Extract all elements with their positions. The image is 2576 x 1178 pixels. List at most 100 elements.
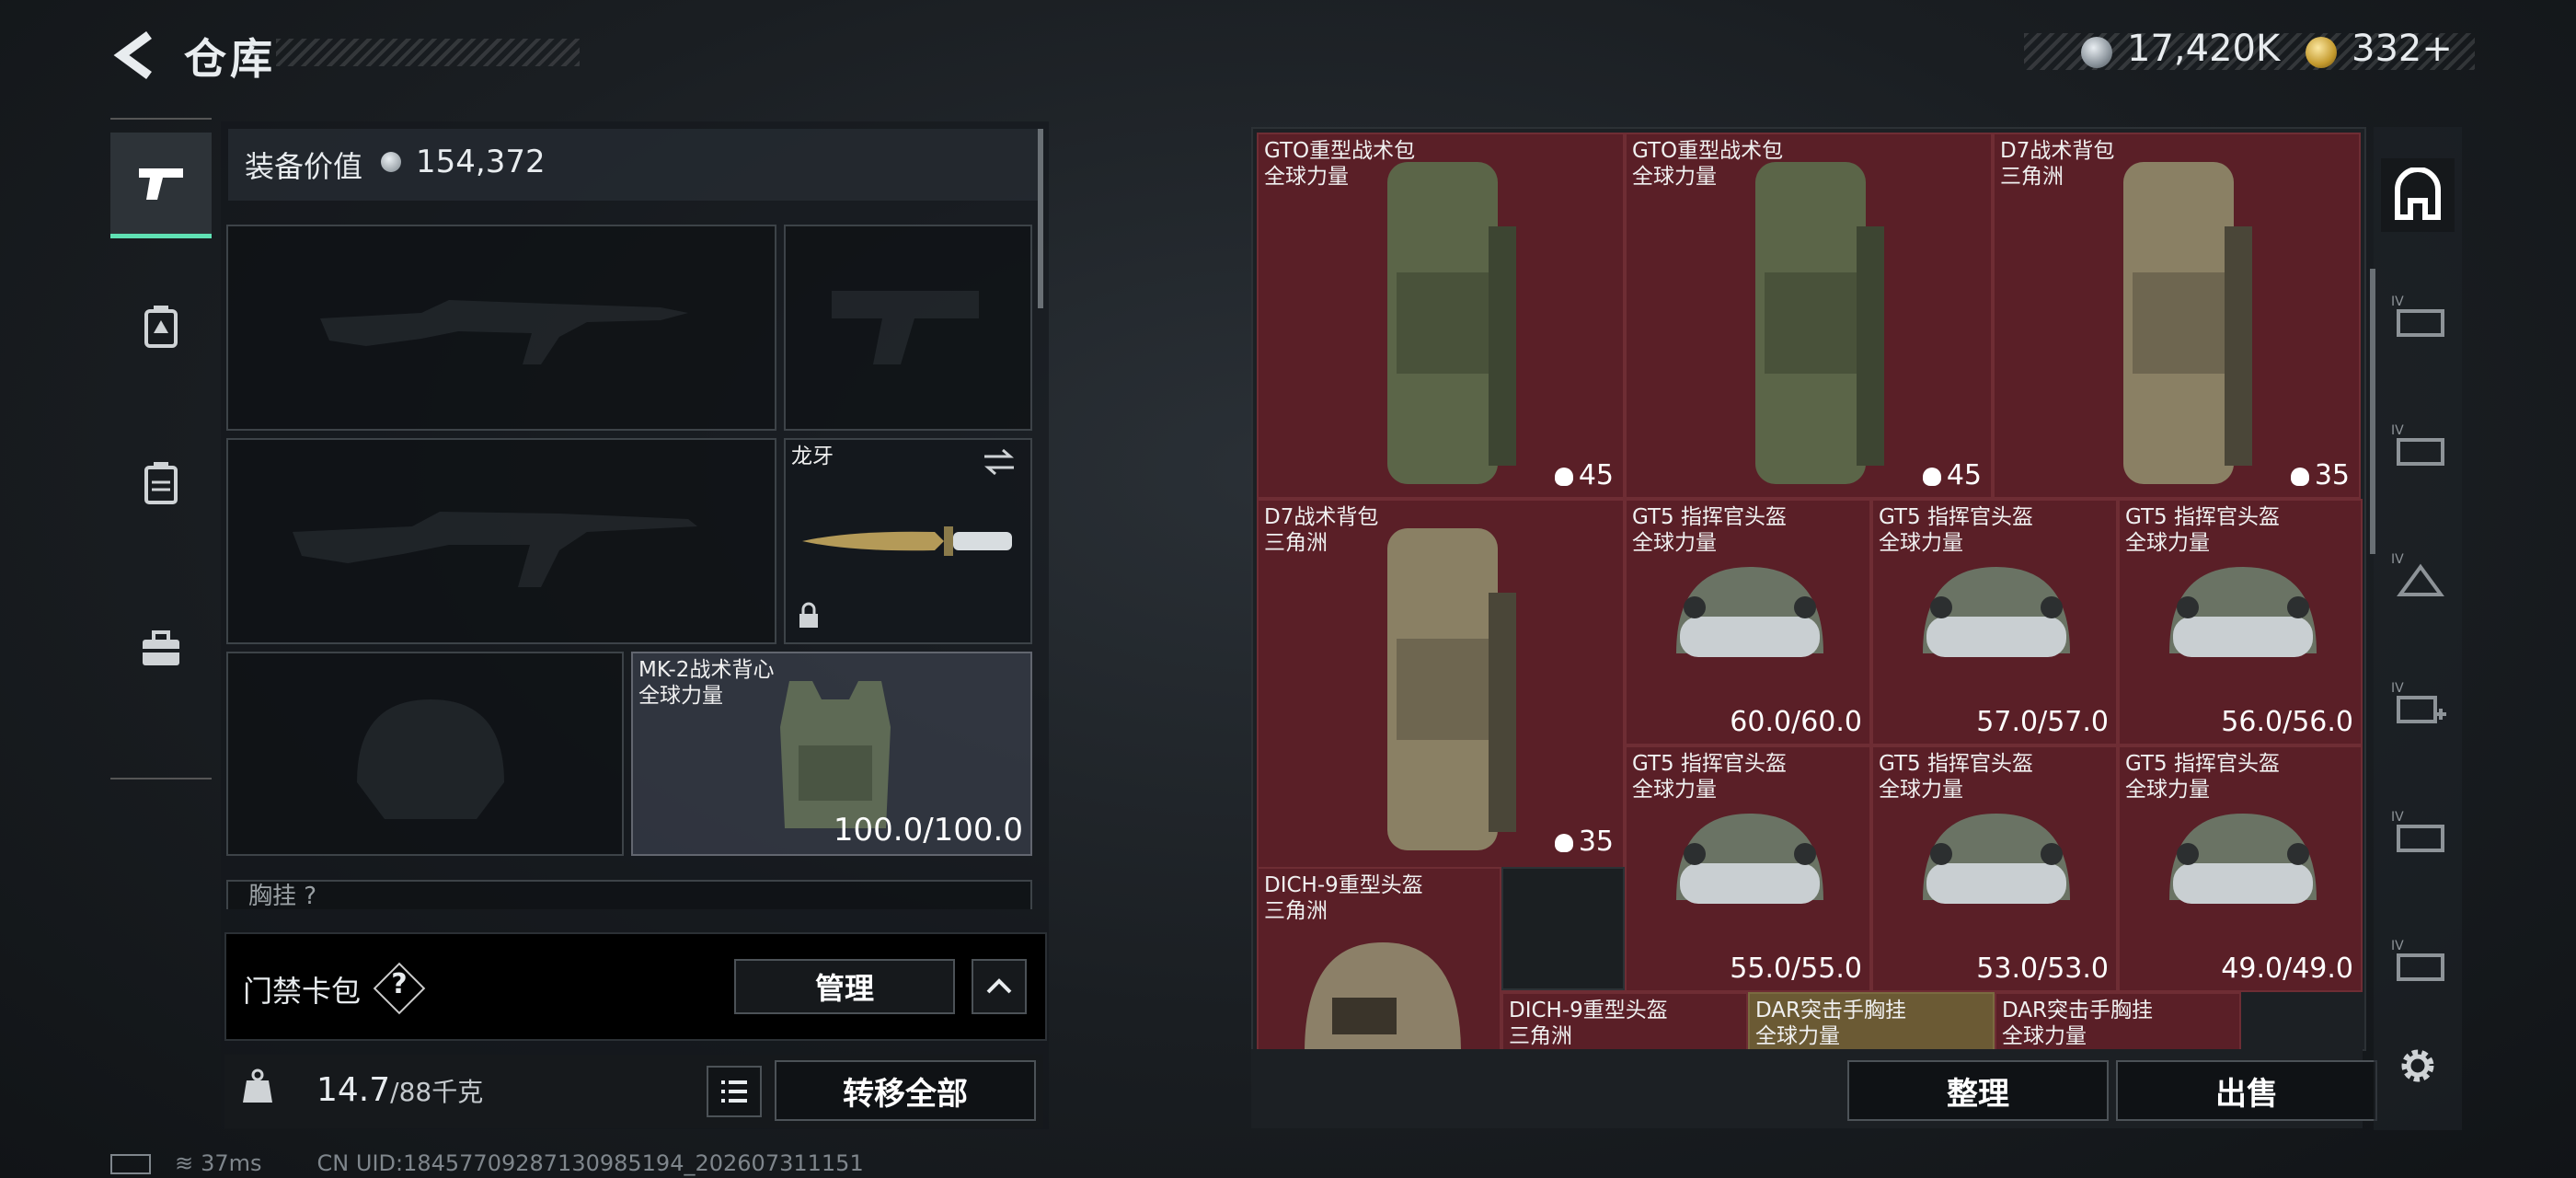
- helmet-silhouette-icon: [357, 699, 504, 819]
- sort-button[interactable]: 整理: [1847, 1060, 2109, 1121]
- gold-currency-amount[interactable]: 332+: [2352, 28, 2453, 70]
- container-icon: IV: [2391, 810, 2444, 852]
- equipment-scrollbar[interactable]: [1038, 129, 1043, 308]
- weight-kg-icon: [243, 1068, 272, 1103]
- nav-backpack[interactable]: [110, 433, 212, 534]
- backpack-icon: [2123, 162, 2252, 484]
- backpack-icon: [1387, 162, 1516, 484]
- page-title: 仓库: [184, 34, 276, 84]
- item-durability: 60.0/60.0: [1730, 706, 1862, 738]
- backpack-icon: [1755, 162, 1884, 484]
- carry-weight-max: /88千克: [390, 1077, 484, 1107]
- add-gold-button[interactable]: +: [2421, 28, 2453, 70]
- storage-item-gt5-helmet-4[interactable]: GT5 指挥官头盔 全球力量 55.0/55.0: [1625, 745, 1871, 992]
- capacity-icon: [1554, 833, 1573, 852]
- storage-home-tab[interactable]: [2381, 158, 2455, 232]
- helmet-icon: [2169, 814, 2317, 904]
- item-region: 三角洲: [1509, 1024, 1572, 1048]
- nav-toolbox[interactable]: [110, 598, 212, 699]
- item-name: DICH-9重型头盔: [1509, 999, 1668, 1022]
- secondary-weapon-slot[interactable]: [226, 438, 776, 644]
- gold-coin-icon: [2306, 37, 2337, 68]
- sell-button[interactable]: 出售: [2116, 1060, 2377, 1121]
- storage-item-gt5-helmet-6[interactable]: GT5 指挥官头盔 全球力量 49.0/49.0: [2118, 745, 2363, 992]
- storage-item-gt5-helmet-1[interactable]: GT5 指挥官头盔 全球力量 60.0/60.0: [1625, 499, 1871, 745]
- manage-button[interactable]: 管理: [734, 959, 955, 1014]
- help-icon[interactable]: ?: [381, 968, 418, 1000]
- backpack-icon: [144, 462, 178, 504]
- storage-tab-7[interactable]: IV: [2381, 924, 2455, 998]
- svg-text:IV: IV: [2391, 552, 2404, 567]
- battery-icon: [110, 1154, 151, 1174]
- swap-icon[interactable]: [981, 447, 1018, 477]
- primary-weapon-slot[interactable]: [226, 225, 776, 431]
- silver-coin-icon: [381, 152, 401, 172]
- melee-slot[interactable]: 龙牙: [784, 438, 1032, 644]
- armor-slot[interactable]: MK-2战术背心 全球力量 100.0/100.0: [631, 652, 1032, 856]
- helmet-slot[interactable]: [226, 652, 624, 856]
- item-name: DAR突击手胸挂: [1755, 999, 1907, 1022]
- pistol-slot[interactable]: [784, 225, 1032, 431]
- storage-scrollbar[interactable]: [2370, 269, 2375, 554]
- storage-tab-5[interactable]: IV: [2381, 666, 2455, 740]
- storage-item-dar-rig-2[interactable]: DAR突击手胸挂 全球力量: [1995, 992, 2241, 1049]
- item-count: 45: [1922, 459, 1982, 491]
- count-value: 35: [2314, 459, 2350, 491]
- transfer-all-button[interactable]: 转移全部: [775, 1060, 1036, 1121]
- storage-item-dar-rig-1[interactable]: DAR突击手胸挂 全球力量: [1748, 992, 1995, 1049]
- item-name: GT5 指挥官头盔: [1879, 752, 2033, 776]
- storage-empty-cell[interactable]: [1501, 867, 1625, 990]
- helmet-icon: [1676, 567, 1823, 657]
- nav-equipment[interactable]: [110, 276, 212, 377]
- storage-item-dich9-helmet-1[interactable]: DICH-9重型头盔 三角洲: [1257, 867, 1501, 1049]
- nav-weapons[interactable]: [110, 133, 212, 238]
- storage-item-dich9-helmet-2[interactable]: DICH-9重型头盔 三角洲: [1501, 992, 1748, 1049]
- storage-item-gto-pack-1[interactable]: GTO重型战术包 全球力量 45: [1257, 133, 1625, 499]
- item-region: 全球力量: [1755, 1024, 1840, 1048]
- knife-icon: [802, 526, 1012, 556]
- ping: 37ms: [201, 1150, 262, 1176]
- storage-tab-2[interactable]: IV: [2381, 280, 2455, 353]
- item-region: 三角洲: [2000, 165, 2064, 189]
- count-value: 35: [1578, 826, 1614, 858]
- container-icon: IV: [2391, 294, 2444, 337]
- medical-container-icon: IV: [2391, 681, 2446, 723]
- storage-item-gt5-helmet-5[interactable]: GT5 指挥官头盔 全球力量 53.0/53.0: [1871, 745, 2118, 992]
- storage-tab-6[interactable]: IV: [2381, 795, 2455, 869]
- capacity-icon: [1554, 467, 1573, 486]
- storage-item-gto-pack-2[interactable]: GTO重型战术包 全球力量 45: [1625, 133, 1993, 499]
- svg-text:IV: IV: [2391, 681, 2404, 696]
- storage-item-gt5-helmet-2[interactable]: GT5 指挥官头盔 全球力量 57.0/57.0: [1871, 499, 2118, 745]
- settings-button[interactable]: [2381, 1029, 2455, 1103]
- storage-item-gt5-helmet-3[interactable]: GT5 指挥官头盔 全球力量 56.0/56.0: [2118, 499, 2363, 745]
- item-region: 全球力量: [2002, 1024, 2087, 1048]
- storage-item-d7-pack-1[interactable]: D7战术背包 三角洲 35: [1993, 133, 2361, 499]
- keycard-label: 门禁卡包: [243, 974, 362, 1009]
- item-durability: 53.0/53.0: [1976, 953, 2109, 985]
- item-durability: 49.0/49.0: [2221, 953, 2353, 985]
- item-region: 三角洲: [1264, 531, 1328, 555]
- equipment-value: 154,372: [416, 144, 546, 180]
- container-icon: IV: [2391, 552, 2444, 596]
- storage-tab-3[interactable]: IV: [2381, 409, 2455, 482]
- list-view-button[interactable]: [707, 1066, 762, 1117]
- item-name: DAR突击手胸挂: [2002, 999, 2154, 1022]
- chest-rig-slot[interactable]: 胸挂 ?: [226, 880, 1032, 909]
- equipment-value-label: 装备价值: [245, 149, 363, 184]
- back-arrow-icon[interactable]: [109, 28, 164, 83]
- svg-text:IV: IV: [2391, 423, 2404, 438]
- lock-icon: [799, 602, 818, 628]
- loadout-category-nav: [110, 118, 212, 780]
- item-name: GT5 指挥官头盔: [1632, 505, 1787, 529]
- storage-tab-4[interactable]: IV: [2381, 537, 2455, 611]
- backpack-icon: [1387, 528, 1516, 850]
- carry-weight-value: 14.7: [316, 1071, 391, 1109]
- silver-currency-amount: 17,420K: [2127, 28, 2281, 70]
- svg-text:IV: IV: [2391, 939, 2404, 953]
- item-name: GT5 指挥官头盔: [1879, 505, 2033, 529]
- item-durability: 56.0/56.0: [2221, 706, 2353, 738]
- gear-icon: [2401, 1049, 2434, 1082]
- item-durability: 55.0/55.0: [1730, 953, 1862, 985]
- item-count: 35: [1554, 826, 1614, 858]
- collapse-button[interactable]: [972, 959, 1027, 1014]
